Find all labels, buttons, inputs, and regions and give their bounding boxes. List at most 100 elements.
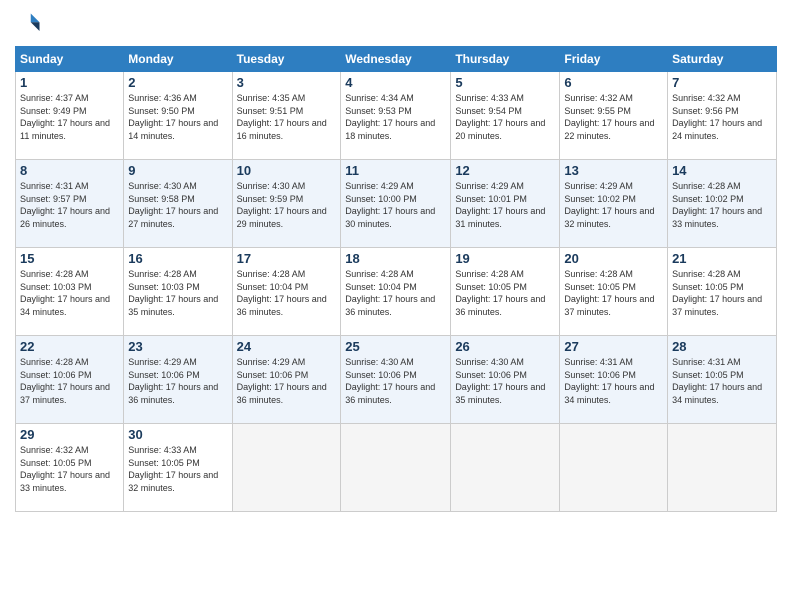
- day-info: Sunrise: 4:28 AM Sunset: 10:05 PM Daylig…: [564, 268, 663, 318]
- calendar-day-cell: 9 Sunrise: 4:30 AM Sunset: 9:58 PM Dayli…: [124, 160, 232, 248]
- day-number: 1: [20, 75, 119, 90]
- day-number: 5: [455, 75, 555, 90]
- calendar-day-cell: [232, 424, 341, 512]
- calendar-week-row: 1 Sunrise: 4:37 AM Sunset: 9:49 PM Dayli…: [16, 72, 777, 160]
- day-number: 22: [20, 339, 119, 354]
- day-number: 10: [237, 163, 337, 178]
- calendar-day-cell: 19 Sunrise: 4:28 AM Sunset: 10:05 PM Day…: [451, 248, 560, 336]
- day-info: Sunrise: 4:28 AM Sunset: 10:02 PM Daylig…: [672, 180, 772, 230]
- calendar-day-cell: 26 Sunrise: 4:30 AM Sunset: 10:06 PM Day…: [451, 336, 560, 424]
- day-info: Sunrise: 4:30 AM Sunset: 10:06 PM Daylig…: [345, 356, 446, 406]
- day-info: Sunrise: 4:29 AM Sunset: 10:01 PM Daylig…: [455, 180, 555, 230]
- calendar-day-cell: 21 Sunrise: 4:28 AM Sunset: 10:05 PM Day…: [668, 248, 777, 336]
- calendar-day-header: Tuesday: [232, 47, 341, 72]
- day-number: 29: [20, 427, 119, 442]
- calendar-day-header: Saturday: [668, 47, 777, 72]
- day-info: Sunrise: 4:28 AM Sunset: 10:03 PM Daylig…: [20, 268, 119, 318]
- calendar-day-header: Friday: [560, 47, 668, 72]
- calendar-day-cell: 23 Sunrise: 4:29 AM Sunset: 10:06 PM Day…: [124, 336, 232, 424]
- calendar-week-row: 15 Sunrise: 4:28 AM Sunset: 10:03 PM Day…: [16, 248, 777, 336]
- day-info: Sunrise: 4:28 AM Sunset: 10:06 PM Daylig…: [20, 356, 119, 406]
- day-info: Sunrise: 4:36 AM Sunset: 9:50 PM Dayligh…: [128, 92, 227, 142]
- day-info: Sunrise: 4:30 AM Sunset: 10:06 PM Daylig…: [455, 356, 555, 406]
- calendar-day-header: Sunday: [16, 47, 124, 72]
- calendar-day-cell: 28 Sunrise: 4:31 AM Sunset: 10:05 PM Day…: [668, 336, 777, 424]
- day-info: Sunrise: 4:29 AM Sunset: 10:06 PM Daylig…: [128, 356, 227, 406]
- day-info: Sunrise: 4:32 AM Sunset: 9:56 PM Dayligh…: [672, 92, 772, 142]
- day-info: Sunrise: 4:32 AM Sunset: 9:55 PM Dayligh…: [564, 92, 663, 142]
- day-number: 25: [345, 339, 446, 354]
- day-info: Sunrise: 4:30 AM Sunset: 9:59 PM Dayligh…: [237, 180, 337, 230]
- day-number: 4: [345, 75, 446, 90]
- calendar-header-row: SundayMondayTuesdayWednesdayThursdayFrid…: [16, 47, 777, 72]
- day-info: Sunrise: 4:29 AM Sunset: 10:02 PM Daylig…: [564, 180, 663, 230]
- calendar-day-cell: 29 Sunrise: 4:32 AM Sunset: 10:05 PM Day…: [16, 424, 124, 512]
- calendar-day-cell: 24 Sunrise: 4:29 AM Sunset: 10:06 PM Day…: [232, 336, 341, 424]
- calendar-day-cell: 4 Sunrise: 4:34 AM Sunset: 9:53 PM Dayli…: [341, 72, 451, 160]
- day-number: 13: [564, 163, 663, 178]
- header: [15, 10, 777, 38]
- day-number: 3: [237, 75, 337, 90]
- day-number: 14: [672, 163, 772, 178]
- day-number: 8: [20, 163, 119, 178]
- day-info: Sunrise: 4:31 AM Sunset: 10:06 PM Daylig…: [564, 356, 663, 406]
- day-info: Sunrise: 4:34 AM Sunset: 9:53 PM Dayligh…: [345, 92, 446, 142]
- logo-icon: [15, 10, 43, 38]
- day-number: 17: [237, 251, 337, 266]
- day-number: 9: [128, 163, 227, 178]
- calendar-day-cell: 6 Sunrise: 4:32 AM Sunset: 9:55 PM Dayli…: [560, 72, 668, 160]
- day-number: 20: [564, 251, 663, 266]
- calendar-day-cell: 5 Sunrise: 4:33 AM Sunset: 9:54 PM Dayli…: [451, 72, 560, 160]
- calendar-day-cell: 1 Sunrise: 4:37 AM Sunset: 9:49 PM Dayli…: [16, 72, 124, 160]
- calendar-table: SundayMondayTuesdayWednesdayThursdayFrid…: [15, 46, 777, 512]
- calendar-day-cell: 12 Sunrise: 4:29 AM Sunset: 10:01 PM Day…: [451, 160, 560, 248]
- day-info: Sunrise: 4:32 AM Sunset: 10:05 PM Daylig…: [20, 444, 119, 494]
- page: SundayMondayTuesdayWednesdayThursdayFrid…: [0, 0, 792, 612]
- day-number: 6: [564, 75, 663, 90]
- day-number: 7: [672, 75, 772, 90]
- calendar-day-cell: 20 Sunrise: 4:28 AM Sunset: 10:05 PM Day…: [560, 248, 668, 336]
- calendar-day-cell: [341, 424, 451, 512]
- calendar-week-row: 8 Sunrise: 4:31 AM Sunset: 9:57 PM Dayli…: [16, 160, 777, 248]
- calendar-day-cell: 25 Sunrise: 4:30 AM Sunset: 10:06 PM Day…: [341, 336, 451, 424]
- calendar-day-cell: 13 Sunrise: 4:29 AM Sunset: 10:02 PM Day…: [560, 160, 668, 248]
- day-number: 19: [455, 251, 555, 266]
- day-number: 16: [128, 251, 227, 266]
- day-info: Sunrise: 4:30 AM Sunset: 9:58 PM Dayligh…: [128, 180, 227, 230]
- calendar-week-row: 29 Sunrise: 4:32 AM Sunset: 10:05 PM Day…: [16, 424, 777, 512]
- day-info: Sunrise: 4:33 AM Sunset: 9:54 PM Dayligh…: [455, 92, 555, 142]
- day-number: 26: [455, 339, 555, 354]
- calendar-day-cell: 17 Sunrise: 4:28 AM Sunset: 10:04 PM Day…: [232, 248, 341, 336]
- logo: [15, 10, 47, 38]
- day-number: 30: [128, 427, 227, 442]
- day-number: 28: [672, 339, 772, 354]
- day-number: 2: [128, 75, 227, 90]
- calendar-day-cell: 15 Sunrise: 4:28 AM Sunset: 10:03 PM Day…: [16, 248, 124, 336]
- day-info: Sunrise: 4:37 AM Sunset: 9:49 PM Dayligh…: [20, 92, 119, 142]
- calendar-day-cell: [560, 424, 668, 512]
- day-info: Sunrise: 4:31 AM Sunset: 9:57 PM Dayligh…: [20, 180, 119, 230]
- calendar-day-cell: [668, 424, 777, 512]
- day-info: Sunrise: 4:35 AM Sunset: 9:51 PM Dayligh…: [237, 92, 337, 142]
- calendar-day-cell: 27 Sunrise: 4:31 AM Sunset: 10:06 PM Day…: [560, 336, 668, 424]
- calendar-day-cell: 16 Sunrise: 4:28 AM Sunset: 10:03 PM Day…: [124, 248, 232, 336]
- calendar-day-cell: 22 Sunrise: 4:28 AM Sunset: 10:06 PM Day…: [16, 336, 124, 424]
- day-number: 23: [128, 339, 227, 354]
- day-number: 18: [345, 251, 446, 266]
- calendar-day-cell: [451, 424, 560, 512]
- day-info: Sunrise: 4:28 AM Sunset: 10:04 PM Daylig…: [237, 268, 337, 318]
- day-number: 21: [672, 251, 772, 266]
- calendar-day-cell: 11 Sunrise: 4:29 AM Sunset: 10:00 PM Day…: [341, 160, 451, 248]
- day-number: 24: [237, 339, 337, 354]
- day-info: Sunrise: 4:33 AM Sunset: 10:05 PM Daylig…: [128, 444, 227, 494]
- calendar-day-cell: 8 Sunrise: 4:31 AM Sunset: 9:57 PM Dayli…: [16, 160, 124, 248]
- calendar-day-header: Wednesday: [341, 47, 451, 72]
- calendar-day-cell: 18 Sunrise: 4:28 AM Sunset: 10:04 PM Day…: [341, 248, 451, 336]
- day-number: 15: [20, 251, 119, 266]
- calendar-day-cell: 14 Sunrise: 4:28 AM Sunset: 10:02 PM Day…: [668, 160, 777, 248]
- day-info: Sunrise: 4:29 AM Sunset: 10:06 PM Daylig…: [237, 356, 337, 406]
- day-info: Sunrise: 4:28 AM Sunset: 10:04 PM Daylig…: [345, 268, 446, 318]
- day-info: Sunrise: 4:28 AM Sunset: 10:05 PM Daylig…: [455, 268, 555, 318]
- day-number: 27: [564, 339, 663, 354]
- calendar-day-cell: 10 Sunrise: 4:30 AM Sunset: 9:59 PM Dayl…: [232, 160, 341, 248]
